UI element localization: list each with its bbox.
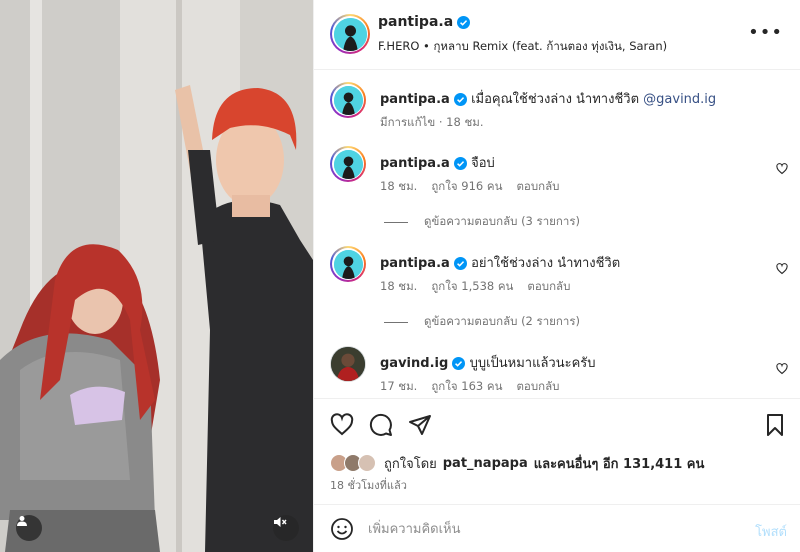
comment-icon[interactable] — [369, 413, 393, 437]
comment-time[interactable]: 18 ชม. — [380, 178, 417, 196]
likes-others[interactable]: และคนอื่นๆ อีก 131,411 คน — [534, 453, 705, 474]
verified-badge-icon — [457, 15, 471, 29]
audio-link[interactable]: F.HERO • กุหลาบ Remix (feat. ก้านตอง ทุ่… — [378, 38, 667, 56]
caption-text: pantipa.a เมื่อคุณใช้ช่วงล่าง นำทางชีวิต… — [380, 88, 716, 109]
likes-summary: ถูกใจโดย pat_napapa และคนอื่นๆ อีก 131,4… — [330, 452, 704, 474]
comment-meta: 17 ชม. ถูกใจ 163 คน ตอบกลับ — [380, 378, 559, 396]
verified-badge-icon — [453, 93, 467, 106]
comment-avatar[interactable] — [330, 346, 366, 382]
avatar-image — [333, 17, 367, 51]
comment-likes[interactable]: ถูกใจ 163 คน — [431, 378, 502, 396]
view-replies-button[interactable]: ดูข้อความตอบกลับ (3 รายการ) — [384, 213, 580, 231]
comment-text: pantipa.a อย่าใช้ช่วงล่าง นำทางชีวิต — [380, 252, 620, 273]
verified-badge-icon — [453, 257, 467, 270]
post-author[interactable]: pantipa.a — [378, 14, 471, 30]
comment-meta: 18 ชม. ถูกใจ 916 คน ตอบกลับ — [380, 178, 559, 196]
comment-body: จือบ่ — [471, 156, 495, 171]
replies-divider — [384, 221, 408, 223]
caption-edited: มีการแก้ไข · 18 ชม. — [380, 115, 484, 129]
comments-list: pantipa.a เมื่อคุณใช้ช่วงล่าง นำทางชีวิต… — [314, 70, 800, 398]
post-action-bar — [314, 398, 800, 450]
view-replies-label[interactable]: ดูข้อความตอบกลับ (3 รายการ) — [424, 213, 580, 231]
comment-item: gavind.ig บูบูเป็นหมาแล้วนะครับ 17 ชม. ถ… — [330, 346, 790, 406]
mute-button[interactable] — [273, 515, 299, 541]
comment-like-heart-icon[interactable] — [776, 163, 788, 175]
comment-likes[interactable]: ถูกใจ 1,538 คน — [431, 278, 513, 296]
liker-avatars[interactable] — [330, 452, 378, 474]
tagged-users-button[interactable] — [16, 515, 42, 541]
post-timestamp[interactable]: 18 ชั่วโมงที่แล้ว — [330, 476, 407, 494]
post-comment-button[interactable]: โพสต์ — [755, 521, 787, 542]
likes-user[interactable]: pat_napapa — [443, 456, 528, 471]
view-replies-button[interactable]: ดูข้อความตอบกลับ (2 รายการ) — [384, 313, 580, 331]
comment-text: gavind.ig บูบูเป็นหมาแล้วนะครับ — [380, 352, 596, 373]
post-header: pantipa.a F.HERO • กุหลาบ Remix (feat. ก… — [314, 0, 800, 70]
likes-prefix: ถูกใจโดย — [384, 456, 437, 472]
caption-mention[interactable]: @gavind.ig — [643, 92, 716, 107]
comment-likes[interactable]: ถูกใจ 916 คน — [431, 178, 502, 196]
liker-avatar — [358, 454, 376, 472]
comment-avatar[interactable] — [330, 246, 366, 282]
caption-body: เมื่อคุณใช้ช่วงล่าง นำทางชีวิต — [471, 92, 640, 107]
send-icon[interactable] — [408, 413, 432, 437]
comment-body: อย่าใช้ช่วงล่าง นำทางชีวิต — [471, 256, 621, 271]
reply-button[interactable]: ตอบกลับ — [516, 178, 559, 196]
avatar-image — [331, 347, 365, 381]
reply-button[interactable]: ตอบกลับ — [527, 278, 570, 296]
verified-badge-icon — [453, 157, 467, 170]
video-frame — [0, 0, 313, 552]
post-details-panel: pantipa.a F.HERO • กุหลาบ Remix (feat. ก… — [313, 0, 800, 552]
comment-avatar[interactable] — [330, 146, 366, 182]
comment-meta: 18 ชม. ถูกใจ 1,538 คน ตอบกลับ — [380, 278, 570, 296]
comment-like-heart-icon[interactable] — [776, 263, 788, 275]
caption-avatar[interactable] — [330, 82, 366, 118]
comment-username[interactable]: pantipa.a — [380, 156, 450, 171]
comment-username[interactable]: gavind.ig — [380, 356, 448, 371]
comment-time[interactable]: 18 ชม. — [380, 278, 417, 296]
caption-meta: มีการแก้ไข · 18 ชม. — [380, 114, 484, 132]
user-icon — [17, 516, 27, 526]
post-author-username[interactable]: pantipa.a — [378, 14, 453, 30]
comment-item: pantipa.a อย่าใช้ช่วงล่าง นำทางชีวิต 18 … — [330, 246, 790, 306]
comment-time[interactable]: 17 ชม. — [380, 378, 417, 396]
bookmark-icon[interactable] — [763, 413, 787, 437]
avatar[interactable] — [330, 14, 370, 54]
view-replies-label[interactable]: ดูข้อความตอบกลับ (2 รายการ) — [424, 313, 580, 331]
comment-body: บูบูเป็นหมาแล้วนะครับ — [469, 356, 596, 371]
comment-input[interactable] — [368, 517, 708, 541]
comment-username[interactable]: pantipa.a — [380, 256, 450, 271]
comment-text: pantipa.a จือบ่ — [380, 152, 495, 173]
post-media[interactable] — [0, 0, 313, 552]
avatar-image — [333, 249, 363, 279]
verified-badge-icon — [452, 357, 466, 370]
more-options-button[interactable]: ••• — [748, 24, 783, 42]
speaker-muted-icon — [274, 517, 287, 527]
avatar-image — [333, 149, 363, 179]
comment-like-heart-icon[interactable] — [776, 363, 788, 375]
emoji-icon[interactable] — [330, 517, 354, 541]
heart-icon[interactable] — [330, 413, 354, 437]
replies-divider — [384, 321, 408, 323]
caption-username[interactable]: pantipa.a — [380, 92, 450, 107]
avatar-image — [333, 85, 363, 115]
comment-composer: โพสต์ — [314, 504, 800, 552]
post-caption: pantipa.a เมื่อคุณใช้ช่วงล่าง นำทางชีวิต… — [330, 82, 790, 132]
comment-item: pantipa.a จือบ่ 18 ชม. ถูกใจ 916 คน ตอบก… — [330, 146, 790, 206]
reply-button[interactable]: ตอบกลับ — [516, 378, 559, 396]
